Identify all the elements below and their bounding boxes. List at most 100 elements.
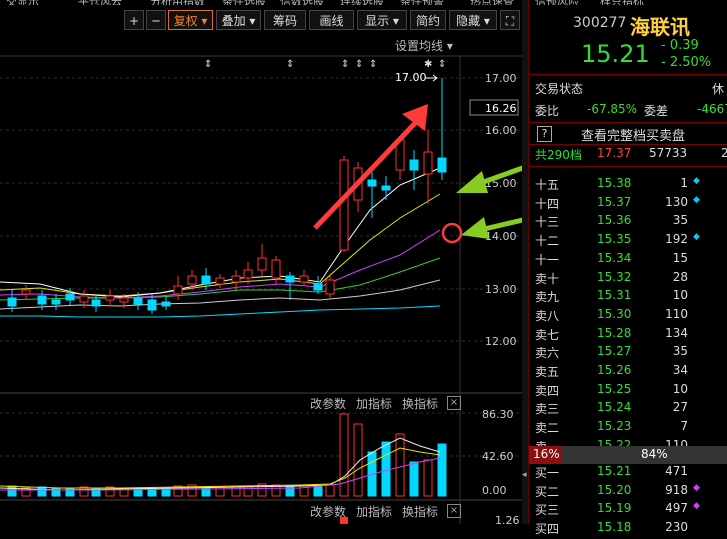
zoom-out-button[interactable]: ─ xyxy=(146,10,166,30)
event-markers[interactable]: ⇕ ⇕ ⇕ ⇕ ⇕ ✱ ⇕ xyxy=(204,59,446,70)
order-level-row[interactable]: 买一 15.21 471 xyxy=(529,464,727,483)
draw-line-button[interactable]: 画线 xyxy=(309,10,354,30)
volume-bar[interactable] xyxy=(51,487,61,497)
order-level-row[interactable]: 卖七 15.28 134 xyxy=(529,326,727,345)
volume-add-indicator-link[interactable]: 加指标 xyxy=(356,395,392,412)
candle-body[interactable] xyxy=(51,299,61,305)
candle-body[interactable] xyxy=(325,279,335,295)
order-level-row[interactable]: 买三 15.19 497 ◆ xyxy=(529,501,727,520)
weibi-value: -67.85% xyxy=(587,102,638,116)
overlay-button[interactable]: 叠加 ▾ xyxy=(216,10,261,30)
red-circle-annotation xyxy=(441,222,463,244)
candle-body[interactable] xyxy=(105,295,115,301)
fuquan-button[interactable]: 复权 ▾ xyxy=(168,10,213,30)
order-level-row[interactable]: 十二 15.35 192 ◆ xyxy=(529,232,727,251)
volume-bar[interactable] xyxy=(313,486,323,497)
total-levels[interactable]: 共290档 xyxy=(535,146,582,163)
event-marker[interactable]: ⇕ xyxy=(286,59,294,70)
candle-body[interactable] xyxy=(37,295,47,305)
bottom-switch-indicator-link[interactable]: 换指标 xyxy=(402,503,438,520)
candle-body[interactable] xyxy=(243,269,253,279)
candle-body[interactable] xyxy=(133,297,143,305)
order-level-row[interactable]: 卖九 15.31 10 xyxy=(529,288,727,307)
event-marker[interactable]: ⇕ xyxy=(204,59,212,70)
level-label: 买一 xyxy=(535,466,560,480)
candle-body[interactable] xyxy=(201,275,211,285)
candle-body[interactable] xyxy=(285,275,295,283)
candle-body[interactable] xyxy=(65,293,75,301)
order-level-row[interactable]: 卖十 15.32 28 xyxy=(529,270,727,289)
event-marker[interactable]: ⇕ xyxy=(341,59,349,70)
candle-body[interactable] xyxy=(79,295,89,303)
volume-bar[interactable] xyxy=(201,486,211,497)
candle-body[interactable] xyxy=(381,185,391,191)
level-volume: 10 xyxy=(672,381,688,396)
display-button[interactable]: 显示 ▾ xyxy=(357,10,407,30)
volume-bar[interactable] xyxy=(423,459,433,497)
order-level-row[interactable]: 十三 15.36 35 xyxy=(529,213,727,232)
candle-body[interactable] xyxy=(299,275,309,283)
fullscreen-icon[interactable]: ⛶ xyxy=(500,10,520,30)
candle-body[interactable] xyxy=(173,285,183,295)
bottom-close-icon[interactable]: × xyxy=(447,504,461,518)
volume-bar[interactable] xyxy=(285,485,295,497)
order-level-row[interactable]: 十四 15.37 130 ◆ xyxy=(529,195,727,214)
event-marker[interactable]: ✱ xyxy=(424,59,432,70)
volume-bar[interactable] xyxy=(395,433,405,497)
volume-switch-indicator-link[interactable]: 换指标 xyxy=(402,395,438,412)
current-price: 15.21 xyxy=(581,40,650,68)
help-icon[interactable]: ? xyxy=(537,126,552,142)
candle-body[interactable] xyxy=(147,299,157,311)
volume-bar[interactable] xyxy=(37,486,47,497)
level-label: 卖六 xyxy=(535,346,560,361)
candle-body[interactable] xyxy=(215,277,225,285)
candle-body[interactable] xyxy=(257,257,267,271)
volume-bar[interactable] xyxy=(7,485,17,497)
simple-button[interactable]: 简约 xyxy=(410,10,446,30)
candle-body[interactable] xyxy=(119,297,129,303)
candle-body[interactable] xyxy=(313,283,323,291)
volume-bar[interactable] xyxy=(381,441,391,497)
order-level-row[interactable]: 卖二 15.23 7 xyxy=(529,419,727,438)
candle-body[interactable] xyxy=(91,299,101,307)
candle-body[interactable] xyxy=(231,275,241,283)
candle-body[interactable] xyxy=(367,179,377,187)
order-level-row[interactable]: 买二 15.20 918 ◆ xyxy=(529,483,727,502)
zoom-in-button[interactable]: + xyxy=(124,10,144,30)
volume-bars[interactable] xyxy=(7,413,447,497)
collapse-arrow-icon[interactable]: ◂ xyxy=(522,470,527,480)
bottom-change-params-link[interactable]: 改参数 xyxy=(310,503,346,520)
event-marker[interactable]: ⇕ xyxy=(438,59,446,70)
order-level-row[interactable]: 卖六 15.27 35 xyxy=(529,344,727,363)
candle-body[interactable] xyxy=(7,297,17,307)
kline-chart[interactable]: 17.00 16.00 15.00 14.00 13.00 12.00 16.2… xyxy=(0,32,522,524)
candle-body[interactable] xyxy=(423,151,433,175)
candle-body[interactable] xyxy=(271,259,281,279)
order-level-row[interactable]: 卖八 15.30 110 xyxy=(529,307,727,326)
candle-body[interactable] xyxy=(437,157,447,173)
volume-close-icon[interactable]: × xyxy=(447,396,461,410)
order-level-row[interactable]: 卖五 15.26 34 xyxy=(529,363,727,382)
volume-bar[interactable] xyxy=(243,485,253,497)
hide-button[interactable]: 隐藏 ▾ xyxy=(449,10,497,30)
order-level-row[interactable]: 卖四 15.25 10 xyxy=(529,382,727,401)
volume-change-params-link[interactable]: 改参数 xyxy=(310,395,346,412)
volume-bar[interactable] xyxy=(409,461,419,497)
volume-bar[interactable] xyxy=(65,487,75,497)
event-marker[interactable]: ⇕ xyxy=(355,59,363,70)
order-book-link[interactable]: 查看完整档买卖盘 xyxy=(581,125,685,144)
order-level-row[interactable]: 十一 15.34 15 xyxy=(529,251,727,270)
order-level-row[interactable]: 十五 15.38 1 ◆ xyxy=(529,176,727,195)
order-level-row[interactable]: 买四 15.18 230 xyxy=(529,520,727,539)
order-level-row[interactable]: 卖三 15.24 27 xyxy=(529,400,727,419)
bottom-add-indicator-link[interactable]: 加指标 xyxy=(356,503,392,520)
chips-button[interactable]: 筹码 xyxy=(264,10,306,30)
candle-body[interactable] xyxy=(187,275,197,285)
event-marker[interactable]: ⇕ xyxy=(369,59,377,70)
candle-body[interactable] xyxy=(339,159,349,251)
order-book-link-row[interactable]: ? 查看完整档买卖盘 xyxy=(529,125,727,144)
candle-body[interactable] xyxy=(409,159,419,171)
volume-bar[interactable] xyxy=(325,484,335,497)
candle-body[interactable] xyxy=(161,301,171,307)
candle-body[interactable] xyxy=(21,289,31,295)
